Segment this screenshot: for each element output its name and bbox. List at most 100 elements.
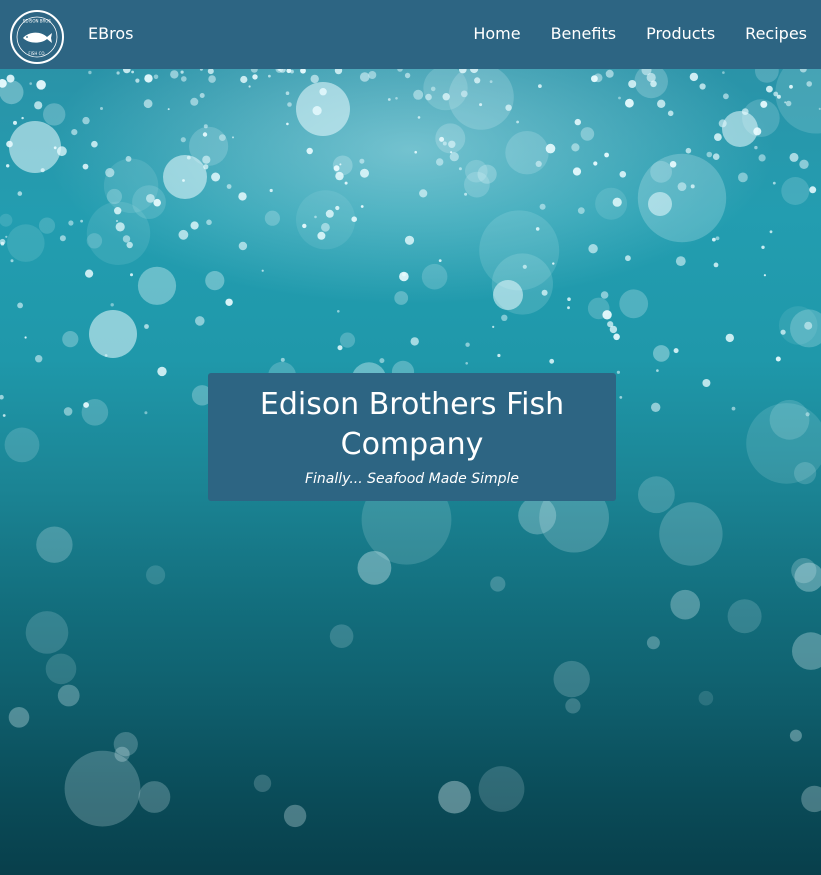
bubble: [157, 366, 167, 377]
bubble: [593, 161, 598, 166]
bubble: [781, 177, 810, 205]
bubble: [565, 698, 581, 714]
bubble: [775, 69, 821, 134]
bubble: [613, 333, 620, 341]
bubble: [567, 306, 570, 310]
bubble: [64, 750, 141, 827]
bubble: [82, 116, 90, 125]
nav-link-recipes[interactable]: Recipes: [745, 24, 807, 44]
bubble: [438, 780, 471, 814]
bubble: [62, 331, 79, 348]
bubble: [516, 120, 519, 124]
bubble: [758, 154, 766, 162]
bubble: [225, 298, 233, 306]
bubble: [567, 297, 571, 301]
bubble: [332, 155, 353, 176]
brand-link[interactable]: EBros: [88, 24, 133, 44]
bubble: [619, 171, 627, 178]
bubble: [34, 101, 43, 110]
bubble: [146, 565, 166, 585]
bubble: [763, 274, 767, 277]
bubble: [387, 98, 391, 101]
bubble: [63, 407, 73, 416]
bubble: [286, 122, 289, 126]
bubble: [419, 189, 428, 198]
bubble: [404, 72, 411, 79]
bubble: [675, 256, 686, 266]
bubble: [268, 74, 271, 78]
bubble: [287, 102, 292, 107]
bubble: [208, 75, 216, 83]
bubble: [359, 72, 370, 82]
bubble: [625, 255, 631, 262]
bubble: [240, 75, 248, 84]
bubble: [296, 190, 356, 250]
nav-link-benefits[interactable]: Benefits: [551, 24, 617, 44]
bubble: [577, 207, 585, 215]
bubble: [144, 324, 149, 329]
bubble: [100, 107, 103, 110]
bubble: [492, 325, 495, 328]
bubble: [296, 82, 350, 136]
bubble: [755, 69, 779, 83]
bubble: [82, 163, 89, 170]
bubble: [609, 325, 618, 334]
bubble: [600, 291, 609, 299]
bubble: [712, 237, 716, 242]
bubble: [465, 362, 469, 365]
bubble: [397, 69, 403, 72]
bubble: [659, 502, 723, 566]
bubble: [199, 93, 205, 98]
bubble: [248, 85, 251, 88]
bubble: [404, 235, 415, 245]
bubble: [479, 210, 560, 291]
bubble: [656, 369, 659, 372]
bubble: [144, 411, 148, 415]
bubble: [490, 576, 506, 592]
bubble: [619, 396, 623, 399]
bubble: [634, 69, 668, 99]
bubble: [801, 785, 821, 813]
bubble: [85, 269, 94, 278]
bubble: [280, 357, 285, 362]
bubble: [667, 110, 674, 117]
bubble: [778, 306, 818, 345]
bubble: [206, 219, 212, 226]
bubble: [0, 238, 6, 245]
nav-link-home[interactable]: Home: [473, 24, 520, 44]
bubble: [135, 78, 140, 83]
brand-logo[interactable]: EDISON BROS FISH CO.: [10, 10, 64, 64]
bubble: [587, 297, 610, 320]
bubble: [638, 476, 675, 514]
bubble: [10, 259, 14, 263]
bubble: [769, 230, 773, 234]
bubble: [448, 69, 514, 130]
bubble: [17, 302, 23, 309]
nav-link-products[interactable]: Products: [646, 24, 715, 44]
bubble: [306, 147, 313, 155]
bubble: [143, 99, 153, 109]
hero-title: Edison Brothers Fish Company: [259, 387, 565, 462]
bubble: [7, 224, 45, 262]
bubble: [619, 289, 649, 319]
bubble: [435, 123, 466, 154]
bubble: [337, 310, 340, 313]
bubble: [465, 159, 488, 183]
bubble: [766, 85, 773, 93]
bubble: [0, 213, 13, 227]
bubble: [59, 235, 66, 242]
bubble: [754, 145, 758, 150]
bubble: [646, 636, 660, 650]
bubble: [746, 403, 821, 484]
bubble: [604, 152, 609, 158]
bubble: [395, 97, 398, 100]
bubble: [761, 245, 765, 249]
bubble: [36, 80, 46, 90]
bubble: [553, 660, 590, 698]
bubble: [339, 332, 356, 348]
bubble: [207, 69, 214, 75]
bubble: [123, 69, 131, 74]
bubble: [580, 127, 595, 141]
bubble: [110, 303, 114, 307]
bubble: [89, 310, 137, 358]
